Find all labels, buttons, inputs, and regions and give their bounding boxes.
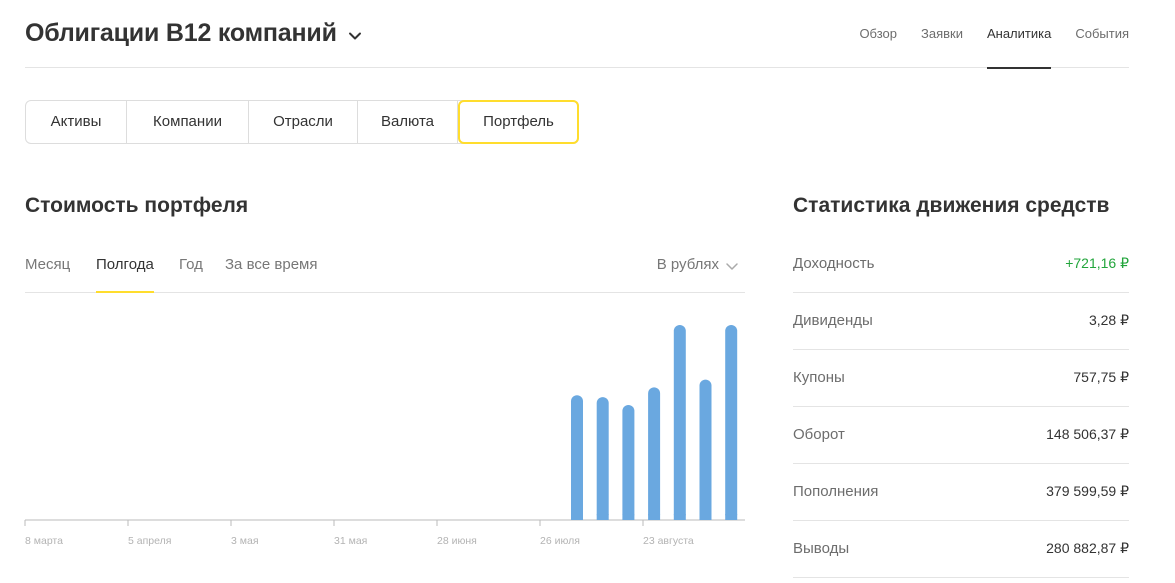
- chart-bar-base: [725, 514, 738, 520]
- stat-value: 148 506,37 ₽: [1046, 425, 1129, 442]
- period-tabs: Месяц Полгода Год За все время В рублях: [25, 238, 745, 293]
- chart-bar-base: [596, 514, 609, 520]
- segment-industries[interactable]: Отрасли: [249, 101, 358, 143]
- header: Облигации В12 компаний Обзор Заявки Анал…: [25, 0, 1129, 69]
- chart-bar-base: [622, 514, 635, 520]
- period-tab-month[interactable]: Месяц: [25, 256, 70, 273]
- stat-row-dividends: Дивиденды 3,28 ₽: [793, 293, 1129, 350]
- chevron-down-icon: [348, 32, 361, 39]
- nav-analytics[interactable]: Аналитика: [986, 0, 1052, 69]
- x-tick-label: 8 марта: [25, 535, 63, 547]
- stat-label: Выводы: [793, 539, 850, 557]
- x-tick-label: 28 июня: [437, 535, 477, 547]
- stat-row-yield: Доходность +721,16 ₽: [793, 236, 1129, 293]
- page-title-text: Облигации В12 компаний: [25, 19, 337, 47]
- chart-bar[interactable]: [725, 325, 738, 520]
- stat-value: 757,75 ₽: [1073, 368, 1129, 385]
- nav-orders[interactable]: Заявки: [921, 0, 963, 68]
- stat-row-deposits: Пополнения 379 599,59 ₽: [793, 464, 1129, 521]
- chart-bar[interactable]: [673, 325, 686, 520]
- chart-bar-base: [571, 514, 583, 520]
- stat-value: 379 599,59 ₽: [1046, 482, 1129, 499]
- page-title[interactable]: Облигации В12 компаний: [25, 19, 365, 48]
- nav-events[interactable]: События: [1075, 0, 1129, 68]
- segment-assets[interactable]: Активы: [26, 101, 127, 143]
- stat-label: Доходность: [793, 254, 875, 272]
- chart-bar[interactable]: [596, 397, 609, 520]
- chart-bar[interactable]: [648, 387, 661, 520]
- chevron-down-icon: [726, 262, 738, 270]
- chart-bar[interactable]: [699, 379, 712, 520]
- segment-companies[interactable]: Компании: [127, 101, 249, 143]
- stats-title: Статистика движения средств: [793, 194, 1110, 217]
- analytics-segments: Активы Компании Отрасли Валюта Портфель: [25, 100, 579, 144]
- stat-label: Оборот: [793, 425, 845, 443]
- segment-currency[interactable]: Валюта: [358, 101, 458, 143]
- x-tick-label: 23 августа: [643, 535, 694, 547]
- x-tick-label: 26 июля: [540, 535, 580, 547]
- portfolio-title: Стоимость портфеля: [25, 194, 249, 217]
- stat-row-coupons: Купоны 757,75 ₽: [793, 350, 1129, 407]
- stat-value: +721,16 ₽: [1065, 254, 1129, 271]
- chart-bar-base: [648, 514, 661, 520]
- x-tick-label: 5 апреля: [128, 535, 171, 547]
- portfolio-value-chart: 8 марта 5 апреля 3 мая 31 мая 28 июня 26 июля…: [24, 325, 745, 547]
- stat-value: 280 882,87 ₽: [1046, 539, 1129, 556]
- period-tab-all-time[interactable]: За все время: [225, 256, 317, 273]
- nav-overview[interactable]: Обзор: [859, 0, 897, 68]
- stat-label: Купоны: [793, 368, 845, 386]
- chart-bar[interactable]: [571, 395, 583, 520]
- period-tab-year[interactable]: Год: [179, 256, 203, 273]
- stats-list: Доходность +721,16 ₽ Дивиденды 3,28 ₽ Ку…: [793, 236, 1129, 578]
- stat-label: Пополнения: [793, 482, 879, 500]
- stat-label: Дивиденды: [793, 311, 873, 329]
- x-tick-label: 3 мая: [231, 535, 259, 547]
- segment-portfolio[interactable]: Портфель: [458, 100, 579, 144]
- chart-bar-base: [699, 514, 712, 520]
- currency-select[interactable]: В рублях: [657, 256, 739, 273]
- period-tab-half-year[interactable]: Полгода: [96, 256, 154, 293]
- chart-bar-base: [673, 514, 686, 520]
- x-tick-label: 31 мая: [334, 535, 367, 547]
- stat-row-withdrawals: Выводы 280 882,87 ₽: [793, 521, 1129, 578]
- stat-value: 3,28 ₽: [1088, 311, 1129, 328]
- chart-bar[interactable]: [622, 404, 635, 520]
- top-nav: Обзор Заявки Аналитика События: [835, 0, 1129, 69]
- currency-select-label: В рублях: [656, 256, 719, 273]
- stat-row-turnover: Оборот 148 506,37 ₽: [793, 407, 1129, 464]
